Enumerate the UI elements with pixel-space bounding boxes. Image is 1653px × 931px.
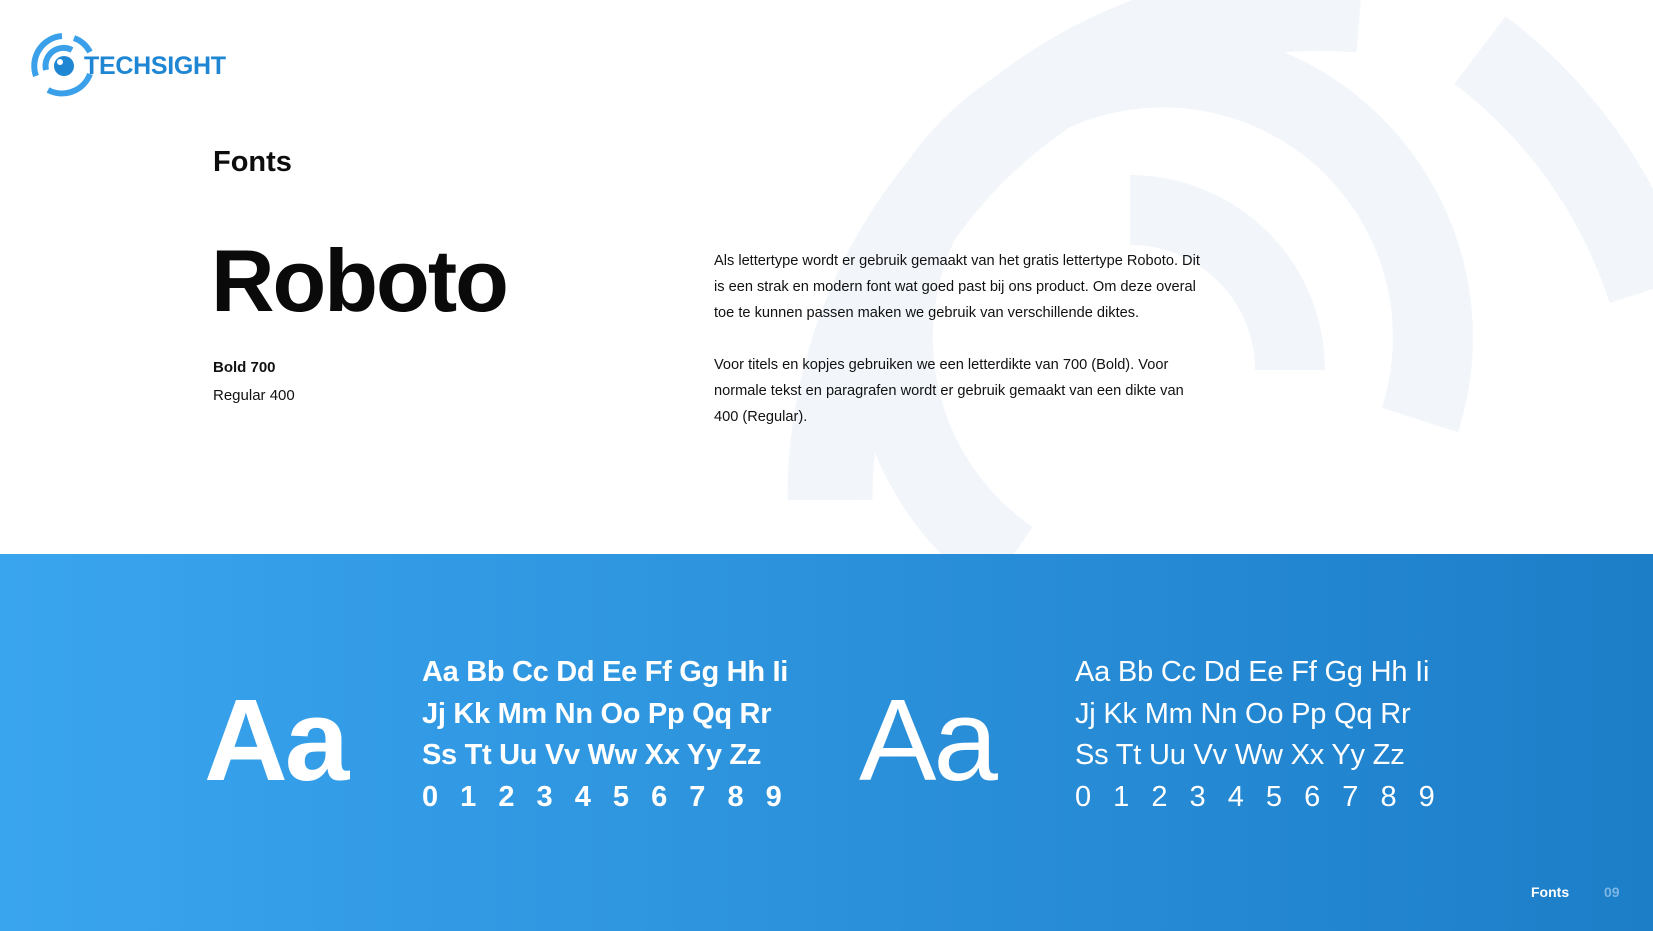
- alphabet-bold: Aa Bb Cc Dd Ee Ff Gg Hh Ii Jj Kk Mm Nn O…: [422, 652, 789, 818]
- description-paragraph-1: Als lettertype wordt er gebruik gemaakt …: [714, 253, 1200, 321]
- alphabet-line: Ss Tt Uu Vv Ww Xx Yy Zz: [422, 739, 762, 771]
- alphabet-line: Jj Kk Mm Nn Oo Pp Qq Rr: [422, 697, 772, 730]
- brand-name: TECHSIGHT: [84, 52, 226, 80]
- alphabet-regular: Aa Bb Cc Dd Ee Ff Gg Hh Ii Jj Kk Mm Nn O…: [1075, 652, 1442, 818]
- page-number: 09: [1604, 884, 1620, 900]
- font-name-heading: Roboto: [211, 231, 509, 330]
- page-title: Fonts: [213, 146, 292, 178]
- alphabet-line: Aa Bb Cc Dd Ee Ff Gg Hh Ii: [1075, 656, 1430, 688]
- digits-line: 0 1 2 3 4 5 6 7 8 9: [1075, 780, 1442, 813]
- description-paragraph-2: Voor titels en kopjes gebruiken we een l…: [714, 357, 1184, 425]
- sample-regular: Aa: [859, 675, 998, 805]
- techsight-logo: TECHSIGHT: [28, 30, 226, 100]
- footer-section-label: Fonts: [1531, 884, 1570, 900]
- weight-regular-label: Regular 400: [213, 387, 295, 404]
- sample-bold: Aa: [204, 675, 349, 805]
- weight-bold-label: Bold 700: [213, 359, 276, 376]
- digits-line: 0 1 2 3 4 5 6 7 8 9: [422, 780, 789, 813]
- alphabet-line: Ss Tt Uu Vv Ww Xx Yy Zz: [1075, 739, 1405, 771]
- description-text: Als lettertype wordt er gebruik gemaakt …: [714, 248, 1204, 456]
- alphabet-line: Jj Kk Mm Nn Oo Pp Qq Rr: [1075, 697, 1411, 730]
- alphabet-line: Aa Bb Cc Dd Ee Ff Gg Hh Ii: [422, 656, 789, 688]
